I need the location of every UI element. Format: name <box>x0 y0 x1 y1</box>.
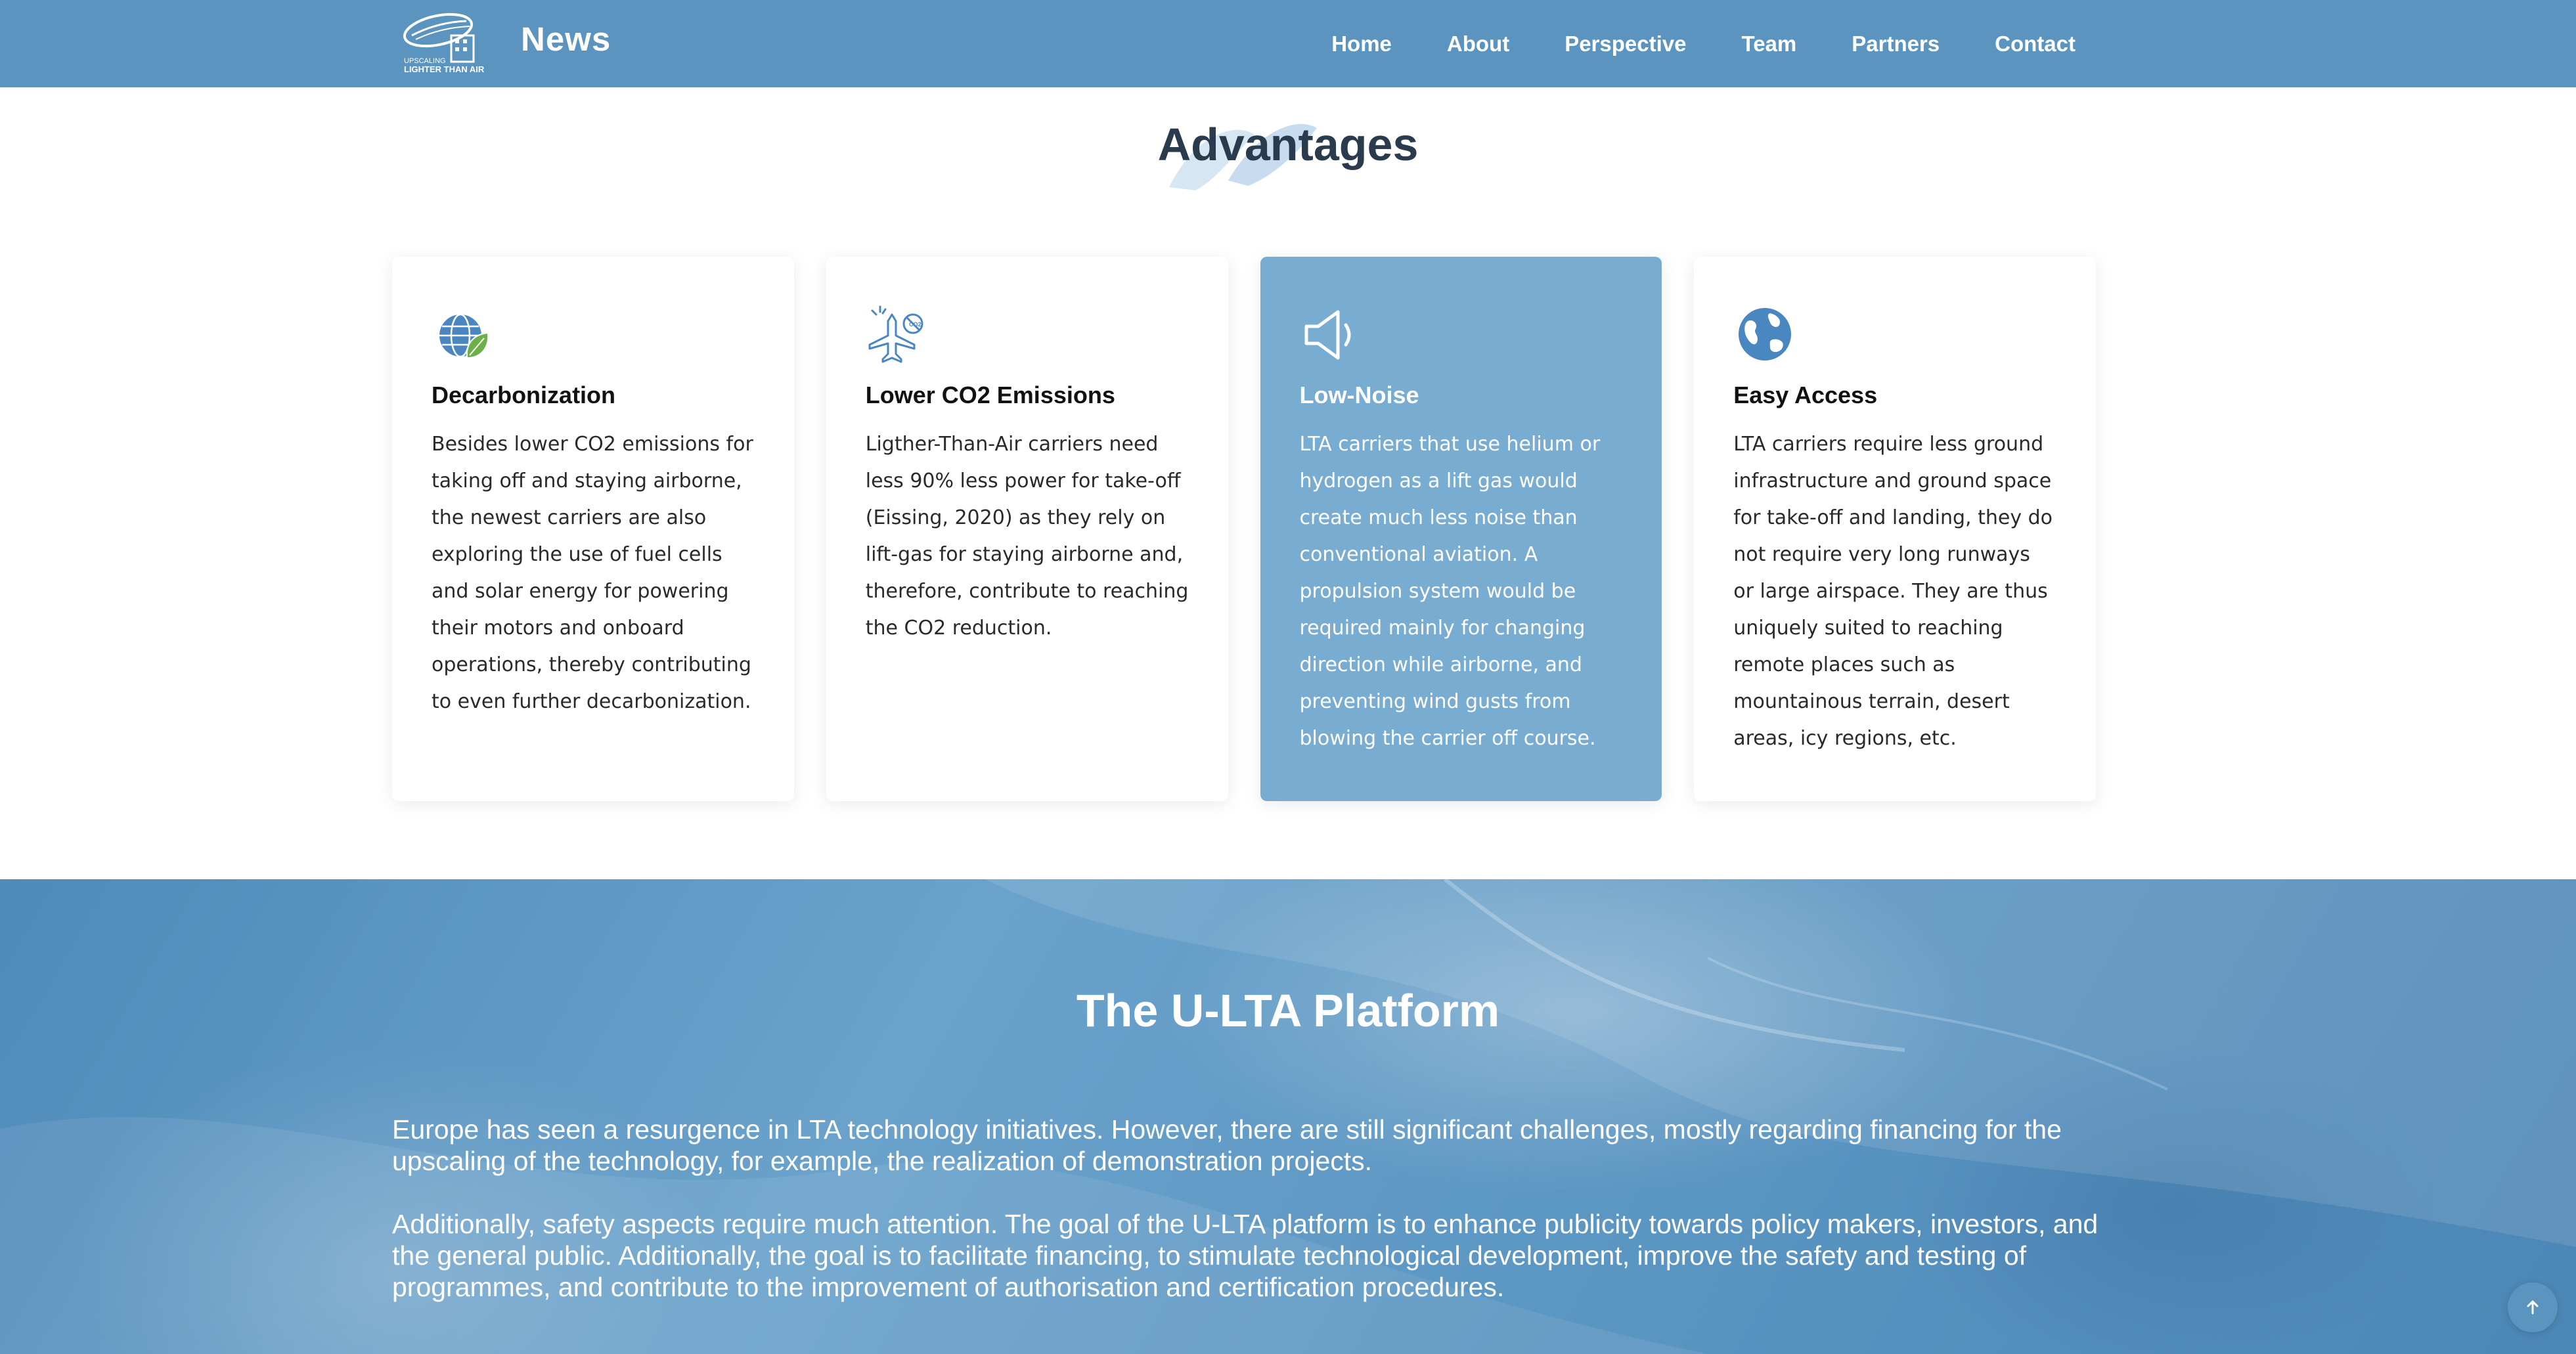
speaker-icon <box>1304 310 1350 360</box>
advantages-heading-wrap: Advantages <box>0 118 2576 171</box>
scroll-to-top-button[interactable] <box>2508 1282 2558 1332</box>
svg-text:LIGHTER THAN AIR: LIGHTER THAN AIR <box>404 64 485 74</box>
globe-leaf-icon <box>439 313 489 359</box>
card-text: LTA carriers that use helium or hydrogen… <box>1299 433 1601 750</box>
arrow-up-icon <box>2527 1300 2539 1315</box>
nav-contact[interactable]: Contact <box>1995 32 2076 56</box>
nav-about[interactable]: About <box>1447 32 1509 56</box>
nav-perspective[interactable]: Perspective <box>1565 32 1686 56</box>
nav-partners[interactable]: Partners <box>1852 32 1940 56</box>
platform-section: The U-LTA Platform Europe has seen a res… <box>0 879 2576 1354</box>
card-title: Decarbonization <box>432 382 616 408</box>
plane-co2-icon: CO2 <box>868 305 923 363</box>
globe-icon <box>1739 308 1792 360</box>
card-text: Ligther-Than-Air carriers need less 90% … <box>865 433 1189 640</box>
card-title: Easy Access <box>1733 382 1878 408</box>
card-text: Besides lower CO2 emissions for taking o… <box>432 433 753 713</box>
platform-paragraph-2: Additionally, safety aspects require muc… <box>392 1209 2099 1302</box>
platform-title: The U-LTA Platform <box>1076 985 1500 1036</box>
card-decarbonization[interactable]: Decarbonization Besides lower CO2 emissi… <box>392 257 794 801</box>
card-title: Lower CO2 Emissions <box>865 382 1115 408</box>
platform-paragraph-1: Europe has seen a resurgence in LTA tech… <box>392 1114 2062 1176</box>
top-navbar: UPSCALING LIGHTER THAN AIR News Home Abo… <box>0 0 2576 87</box>
card-low-noise[interactable]: Low-Noise LTA carriers that use helium o… <box>1260 257 1662 801</box>
card-easy-access[interactable]: Easy Access LTA carriers require less gr… <box>1694 257 2096 801</box>
site-logo[interactable]: UPSCALING LIGHTER THAN AIR <box>397 9 486 75</box>
card-text: LTA carriers require less ground infrast… <box>1733 433 2053 750</box>
nav-team[interactable]: Team <box>1741 32 1796 56</box>
svg-text:CO2: CO2 <box>909 321 922 328</box>
advantages-title: Advantages <box>1157 119 1419 170</box>
card-lower-co2[interactable]: CO2 Lower CO2 Emissions Ligther-Than-Air… <box>826 257 1228 801</box>
main-nav: Home About Perspective Team Partners Con… <box>1331 0 2076 87</box>
site-brand[interactable]: News <box>521 20 611 58</box>
card-title: Low-Noise <box>1299 382 1419 408</box>
advantages-cards: Decarbonization Besides lower CO2 emissi… <box>392 257 2096 801</box>
nav-home[interactable]: Home <box>1331 32 1392 56</box>
